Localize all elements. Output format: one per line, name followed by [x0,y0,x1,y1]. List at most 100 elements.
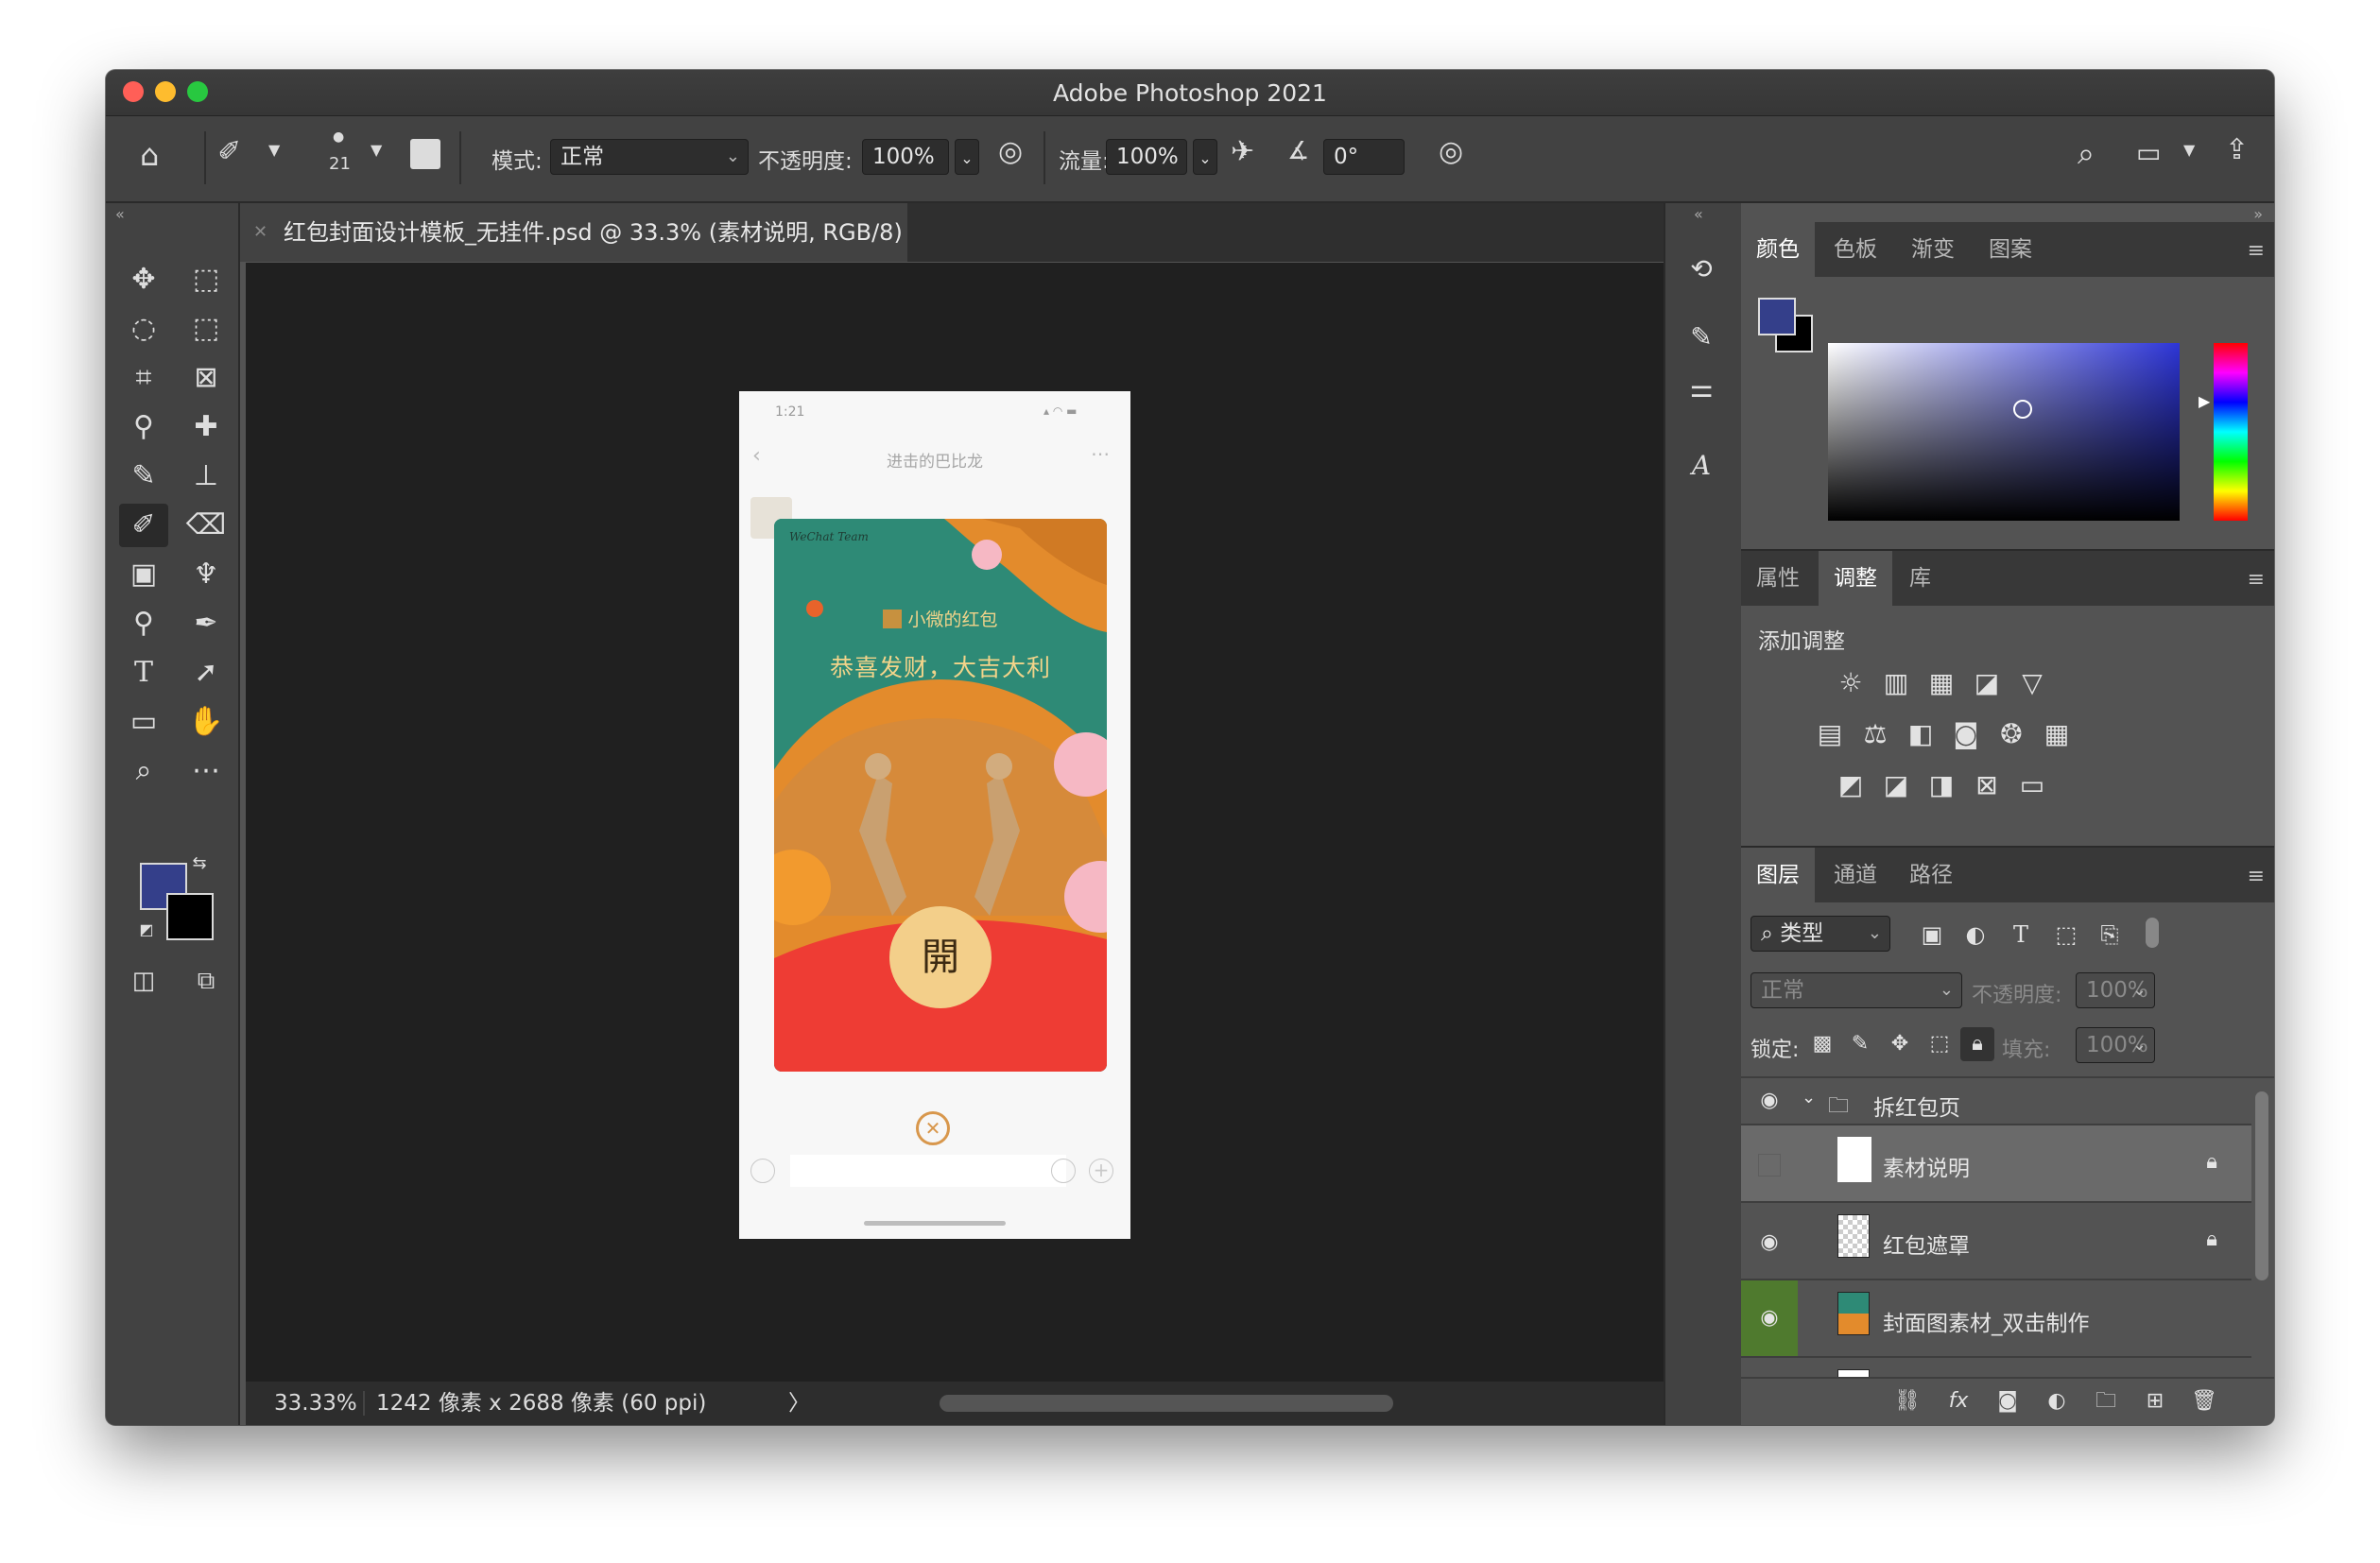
tab-properties[interactable]: 属性 [1741,551,1815,606]
blur-tool-icon[interactable]: ♆ [181,553,231,596]
filter-pixel-icon[interactable]: ▣ [1915,918,1949,952]
expand-icon[interactable]: » [2253,205,2263,223]
visibility-eye-icon[interactable]: ◉ [1756,1088,1783,1114]
channel-mixer-icon[interactable]: ❂ [1994,717,2028,751]
move-tool-icon[interactable]: ✥ [119,258,168,301]
tab-color[interactable]: 颜色 [1741,222,1815,277]
fill-input[interactable]: 100% ⌄ [2076,1027,2155,1063]
adjustments-sliders-icon[interactable]: ⚌ [1684,371,1718,405]
history-panel-icon[interactable]: ⟲ [1684,252,1718,286]
selective-color-icon[interactable]: ⊠ [1970,768,2004,802]
tab-gradients[interactable]: 渐变 [1896,222,1970,277]
tab-adjustments[interactable]: 调整 [1819,551,1892,606]
healing-tool-icon[interactable]: ✚ [181,405,231,449]
history-brush-tool-icon[interactable]: ✐ [119,504,168,547]
zoom-level[interactable]: 33.33% [274,1382,357,1425]
search-icon[interactable]: ⌕ [2078,135,2095,172]
tab-channels[interactable]: 通道 [1819,848,1892,902]
visibility-eye-icon[interactable]: ◉ [1756,1229,1783,1256]
layer-filter-select[interactable]: ⌕ 类型 ⌄ [1751,916,1890,952]
chevron-down-icon[interactable]: ▼ [268,141,280,159]
posterize-icon[interactable]: ◪ [1879,768,1913,802]
add-mask-icon[interactable]: ◙ [1991,1384,2025,1418]
stamp-tool-icon[interactable]: ⊥ [181,455,231,498]
clone-source-icon[interactable] [410,139,440,169]
default-colors-icon[interactable]: ◩ [134,918,159,942]
new-adjustment-layer-icon[interactable]: ◐ [2040,1384,2074,1418]
filter-toggle[interactable] [2146,918,2159,948]
curves-icon[interactable]: ▦ [1924,666,1958,700]
color-balance-icon[interactable]: ⚖ [1858,717,1892,751]
color-panel-fg-swatch[interactable] [1758,298,1796,335]
tab-swatches[interactable]: 色板 [1819,222,1892,277]
lasso-tool-icon[interactable]: ◌ [119,307,168,351]
flow-input[interactable]: 100% [1106,139,1187,175]
mode-select[interactable]: 正常 ⌄ [550,139,749,175]
eraser-tool-icon[interactable]: ⌫ [181,504,231,547]
layer-row[interactable]: ◉ 红包遮罩 🔒︎ [1741,1203,2251,1280]
panel-menu-icon[interactable]: ≡ [2248,865,2265,888]
dodge-tool-icon[interactable]: ⚲ [119,602,168,645]
hue-slider[interactable] [2214,343,2248,521]
object-select-tool-icon[interactable]: ⬚ [181,307,231,351]
filter-smart-object-icon[interactable]: ⎘ [2093,918,2127,952]
visibility-eye-cell[interactable]: ◉ [1741,1280,1798,1356]
link-layers-icon[interactable]: ⛓ [1890,1384,1924,1418]
blend-mode-select[interactable]: 正常 ⌄ [1751,972,1962,1008]
layer-row[interactable]: 素材说明 🔒︎ [1741,1125,2251,1203]
opacity-input[interactable]: 100% [862,139,949,175]
pressure-size-icon[interactable]: ◎ [1439,135,1463,168]
lock-artboard-icon[interactable]: ⬚ [1923,1027,1957,1061]
horizontal-scrollbar[interactable] [940,1395,1393,1412]
lock-transparent-icon[interactable]: ▩ [1805,1027,1839,1061]
airbrush-icon[interactable]: ✈ [1231,135,1254,168]
brightness-icon[interactable]: ☼ [1834,666,1868,700]
eyedropper-tool-icon[interactable]: ⚲ [119,405,168,449]
lock-pixels-icon[interactable]: ✎ [1843,1027,1877,1061]
invert-icon[interactable]: ◩ [1834,768,1868,802]
levels-icon[interactable]: ▥ [1879,666,1913,700]
rectangle-tool-icon[interactable]: ▭ [119,700,168,744]
background-color-swatch[interactable] [166,893,214,940]
color-picker-marker[interactable] [2013,400,2032,419]
angle-input[interactable]: 0° [1323,139,1405,175]
pen-tool-icon[interactable]: ✒ [181,602,231,645]
exposure-icon[interactable]: ◪ [1970,666,2004,700]
quick-mask-icon[interactable]: ◫ [119,959,168,1003]
color-lookup-icon[interactable]: ▦ [2040,717,2074,751]
type-tool-icon[interactable]: T [119,651,168,695]
layers-scrollbar[interactable] [2255,1091,2268,1280]
home-icon[interactable]: ⌂ [140,137,159,173]
filter-type-icon[interactable]: T [2004,918,2038,952]
chevron-down-icon[interactable]: ▼ [2183,141,2195,159]
tab-paths[interactable]: 路径 [1894,848,1968,902]
crop-tool-icon[interactable]: ⌗ [119,356,168,400]
tab-layers[interactable]: 图层 [1741,848,1815,902]
delete-layer-icon[interactable]: 🗑︎ [2187,1384,2221,1418]
filter-adjustment-icon[interactable]: ◐ [1958,918,1992,952]
opacity-dropdown[interactable]: ⌄ [955,139,979,175]
marquee-tool-icon[interactable]: ⬚ [181,258,231,301]
screen-mode-icon[interactable]: ⧉ [181,959,231,1003]
panel-menu-icon[interactable]: ≡ [2248,568,2265,592]
share-icon[interactable]: ⇪ [2225,133,2249,166]
character-panel-icon[interactable]: A [1684,449,1718,483]
filter-shape-icon[interactable]: ⬚ [2049,918,2083,952]
layer-style-icon[interactable]: fx [1941,1384,1975,1418]
collapse-icon[interactable]: « [1694,205,1703,223]
lock-position-icon[interactable]: ✥ [1883,1027,1917,1061]
visibility-empty-box[interactable] [1758,1154,1781,1177]
layer-opacity-input[interactable]: 100% ⌄ [2076,972,2155,1008]
pressure-opacity-icon[interactable]: ◎ [998,135,1023,168]
zoom-tool-icon[interactable]: ⌕ [119,749,168,793]
swap-colors-icon[interactable]: ⇆ [185,850,214,878]
tab-patterns[interactable]: 图案 [1974,222,2047,277]
visibility-eye-icon[interactable]: ◉ [1756,1305,1783,1331]
color-picker-field[interactable] [1828,343,2180,521]
gradient-tool-icon[interactable]: ▣ [119,553,168,596]
new-layer-icon[interactable]: ⊞ [2138,1384,2172,1418]
layer-group-row[interactable]: ◉ ⌄ 🗀︎ 拆红包页 [1741,1078,2251,1125]
gradient-map-icon[interactable]: ▭ [2015,768,2049,802]
brush-tool-icon[interactable]: ✎ [119,455,168,498]
tab-libraries[interactable]: 库 [1894,551,1946,606]
